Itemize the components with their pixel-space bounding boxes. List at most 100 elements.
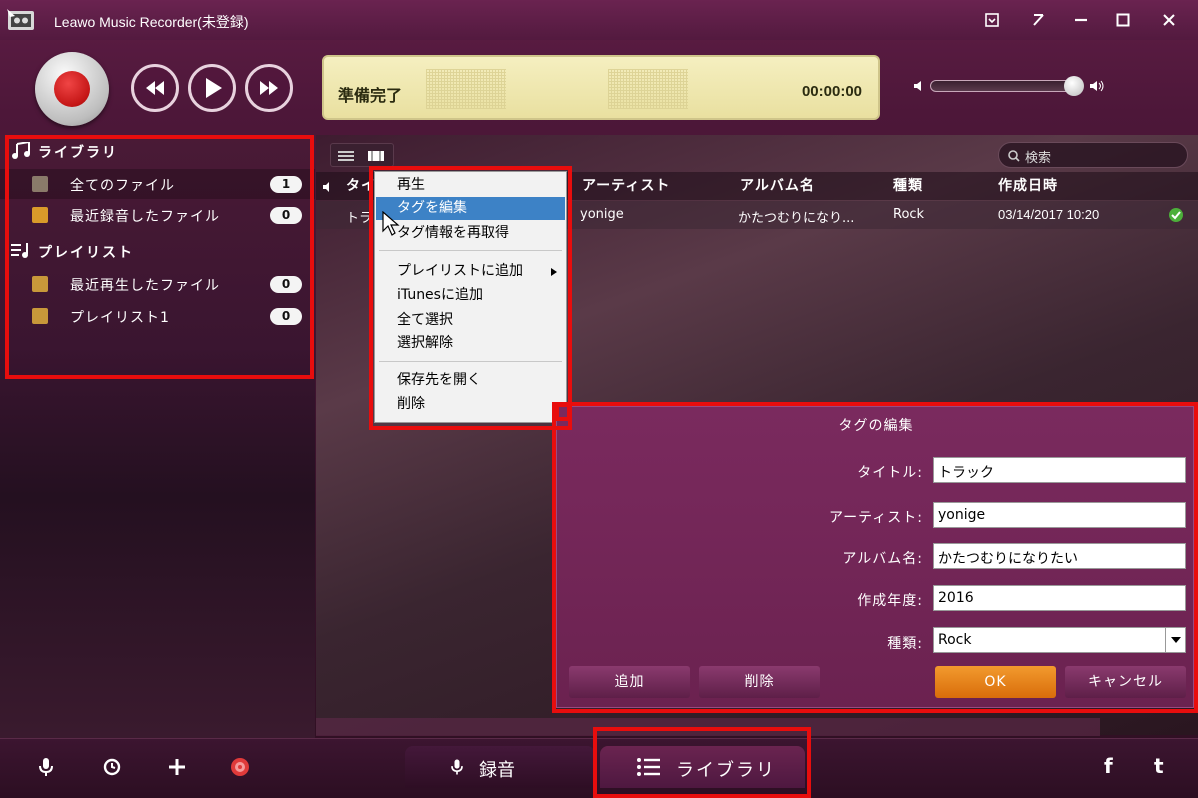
artist-input[interactable]: yonige — [933, 502, 1186, 528]
minimize-icon — [1075, 18, 1087, 22]
tab-record[interactable]: 録音 — [405, 746, 595, 788]
rewind-button[interactable] — [131, 64, 179, 112]
genre-select[interactable]: Rock — [933, 627, 1186, 653]
sidebar-item-label: 全てのファイル — [70, 178, 175, 194]
music-note-icon — [12, 142, 30, 159]
sidebar-item-all-files[interactable]: 全てのファイル 1 — [0, 169, 315, 199]
playlist-header: プレイリスト — [38, 245, 134, 261]
count-badge: 0 — [270, 276, 302, 293]
menu-item-play[interactable]: 再生 — [376, 174, 565, 197]
column-artist[interactable]: アーティスト — [582, 175, 670, 199]
genre-select-value: Rock — [938, 632, 972, 648]
play-button[interactable] — [188, 64, 236, 112]
facebook-icon[interactable]: f — [1104, 754, 1113, 778]
record-button[interactable] — [35, 52, 109, 126]
window-title: Leawo Music Recorder(未登録) — [54, 14, 249, 30]
cell-title: トラ — [346, 211, 373, 226]
menu-item-add-to-playlist[interactable]: プレイリストに追加 — [376, 260, 565, 283]
add-icon[interactable] — [165, 755, 189, 779]
clock-icon[interactable] — [100, 755, 124, 779]
rewind-icon — [146, 81, 164, 95]
column-date[interactable]: 作成日時 — [998, 175, 1058, 199]
status-display: 準備完了 00:00:00 — [322, 55, 880, 120]
menu-item-delete[interactable]: 削除 — [376, 393, 565, 416]
vu-meter-right — [608, 69, 688, 109]
app-window: Leawo Music Recorder(未登録) 準備完了 00:00:00 — [0, 0, 1198, 798]
status-text: 準備完了 — [338, 86, 403, 105]
cell-artist: yonige — [580, 207, 624, 222]
chevron-down-icon — [1171, 637, 1181, 643]
fast-forward-icon — [260, 81, 278, 95]
itunes-icon[interactable] — [228, 755, 252, 779]
maximize-button[interactable] — [1106, 6, 1140, 34]
vu-meter-left — [426, 69, 506, 109]
sidebar-item-label: 最近録音したファイル — [70, 209, 220, 225]
skin-icon — [985, 13, 999, 27]
title-input[interactable]: トラック — [933, 457, 1186, 483]
search-placeholder[interactable]: 検索 — [1025, 147, 1051, 166]
delete-button[interactable]: 削除 — [699, 666, 820, 698]
volume-low-icon — [914, 81, 921, 91]
folder-music-icon — [32, 176, 48, 192]
sidebar-item-recently-played[interactable]: 最近再生したファイル 0 — [0, 269, 315, 299]
add-button[interactable]: 追加 — [569, 666, 690, 698]
field-label-genre: 種類: — [887, 636, 923, 652]
sidebar-item-label: プレイリスト1 — [70, 310, 170, 326]
column-album[interactable]: アルバム名 — [740, 175, 815, 199]
check-icon — [1169, 208, 1183, 222]
menu-item-refetch-tag[interactable]: タグ情報を再取得 — [376, 222, 565, 245]
tab-record-label: 録音 — [479, 760, 515, 781]
mini-mode-button[interactable] — [1021, 6, 1055, 34]
skin-button[interactable] — [975, 6, 1009, 34]
sidebar-item-playlist-1[interactable]: プレイリスト1 0 — [0, 301, 315, 331]
album-input[interactable]: かたつむりになりたい — [933, 543, 1186, 569]
library-header: ライブラリ — [38, 145, 118, 161]
dropdown-button[interactable] — [1165, 628, 1185, 652]
microphone-icon[interactable] — [34, 755, 58, 779]
minimize-button[interactable] — [1064, 6, 1098, 34]
list-icon — [637, 758, 660, 776]
context-menu: 再生 タグを編集 タグ情報を再取得 プレイリストに追加 iTunesに追加 全て… — [374, 171, 567, 423]
tumblr-icon[interactable]: t — [1154, 754, 1164, 778]
cell-genre: Rock — [893, 207, 925, 222]
field-label-title: タイトル: — [857, 465, 923, 481]
cell-album: かたつむりになり... — [738, 211, 855, 226]
folder-clock-icon — [32, 276, 48, 292]
cover-view-icon[interactable] — [367, 149, 385, 163]
horizontal-scrollbar[interactable] — [316, 718, 1100, 736]
tag-edit-dialog: タグの編集 タイトル: トラック アーティスト: yonige アルバム名: か… — [556, 406, 1194, 708]
mouse-cursor-icon — [382, 211, 400, 236]
count-badge: 1 — [270, 176, 302, 193]
record-icon — [54, 71, 90, 107]
menu-item-edit-tag[interactable]: タグを編集 — [376, 197, 565, 220]
cancel-button[interactable]: キャンセル — [1065, 666, 1186, 698]
menu-item-select-all[interactable]: 全て選択 — [376, 309, 565, 332]
column-genre[interactable]: 種類 — [893, 175, 923, 199]
sidebar-item-recent-recordings[interactable]: 最近録音したファイル 0 — [0, 200, 315, 230]
tab-library[interactable]: ライブラリ — [600, 746, 805, 788]
cell-date: 03/14/2017 10:20 — [998, 207, 1100, 222]
count-badge: 0 — [270, 308, 302, 325]
ok-button[interactable]: OK — [935, 666, 1056, 698]
submenu-arrow-icon — [551, 268, 557, 276]
list-view-icon[interactable] — [337, 149, 355, 163]
menu-item-add-to-itunes[interactable]: iTunesに追加 — [376, 284, 565, 307]
folder-playlist-icon — [32, 308, 48, 324]
volume-slider[interactable] — [930, 80, 1076, 92]
dialog-title: タグの編集 — [838, 418, 914, 434]
menu-separator — [379, 361, 562, 362]
menu-item-open-folder[interactable]: 保存先を開く — [376, 369, 565, 392]
sidebar-item-label: 最近再生したファイル — [70, 278, 220, 294]
close-button[interactable] — [1152, 6, 1186, 34]
year-input[interactable]: 2016 — [933, 585, 1186, 611]
fast-forward-button[interactable] — [245, 64, 293, 112]
view-toggle[interactable] — [330, 143, 394, 167]
volume-knob[interactable] — [1064, 76, 1084, 96]
menu-separator — [379, 250, 562, 251]
volume-high-icon — [1090, 80, 1104, 92]
count-badge: 0 — [270, 207, 302, 224]
menu-item-deselect[interactable]: 選択解除 — [376, 332, 565, 355]
search-box[interactable]: 検索 — [998, 142, 1188, 168]
title-bar: Leawo Music Recorder(未登録) — [0, 0, 1198, 40]
playlist-icon — [11, 243, 28, 258]
